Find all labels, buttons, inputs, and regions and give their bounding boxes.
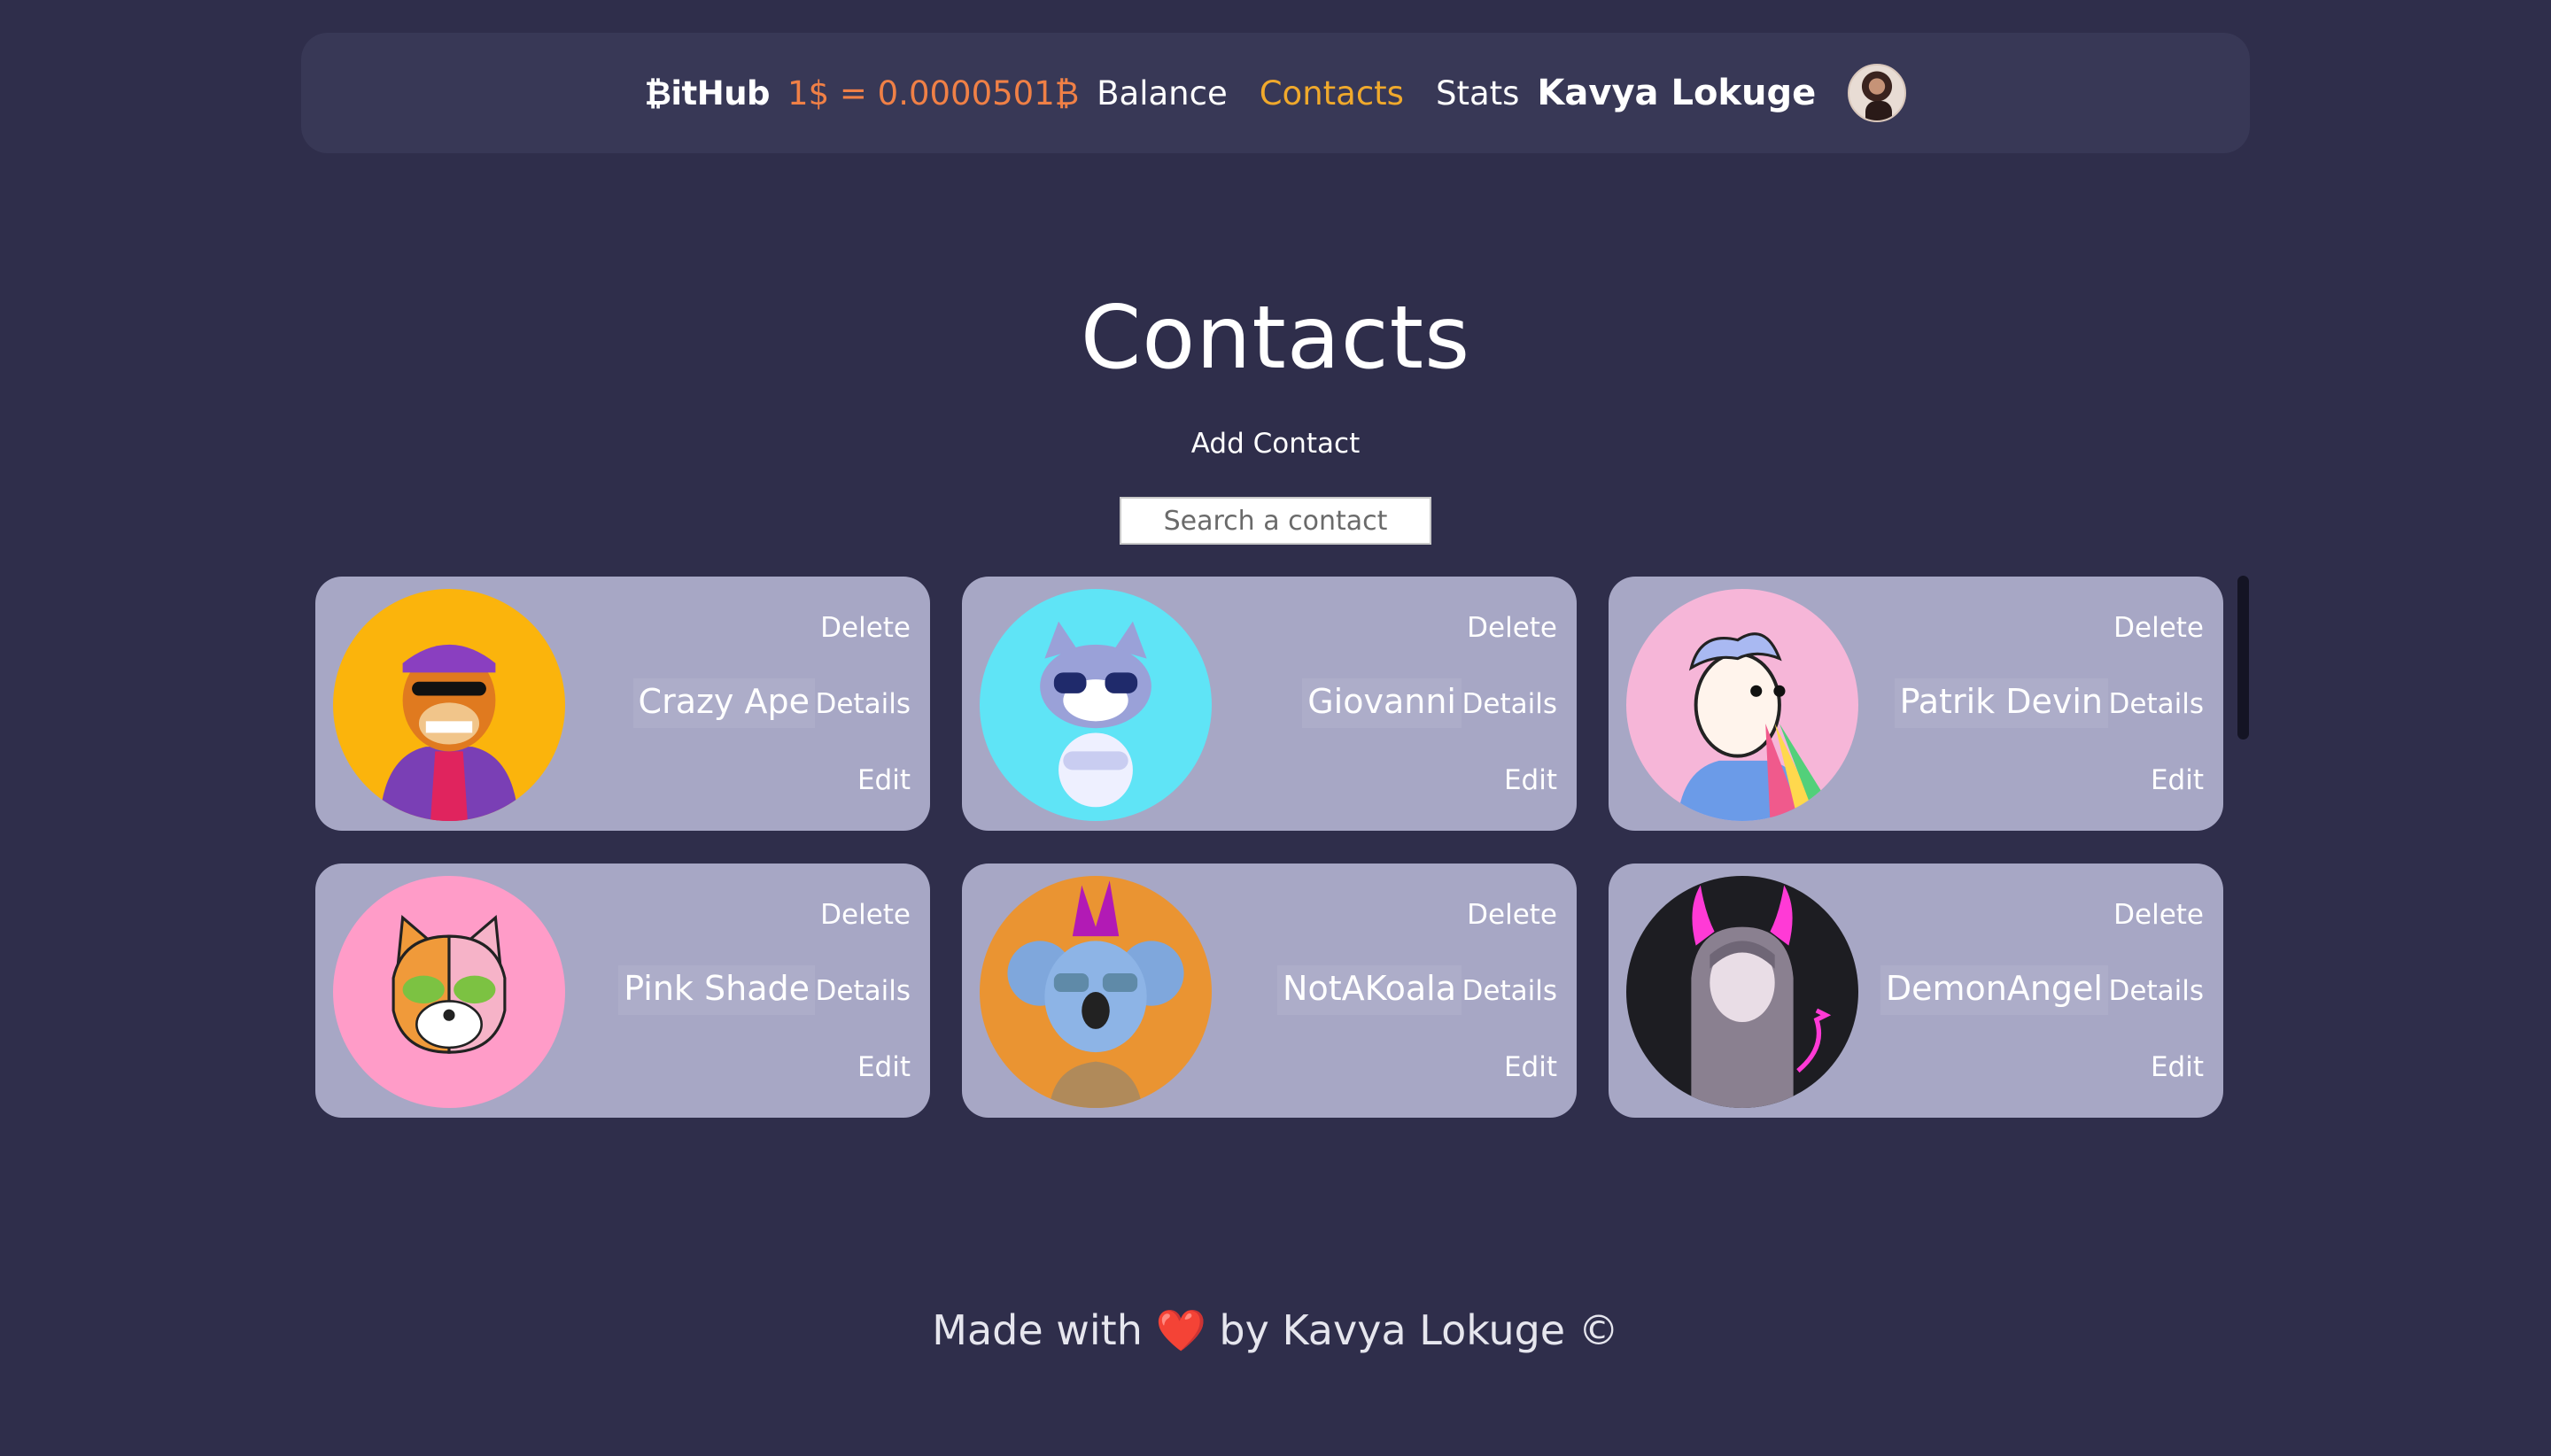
edit-button[interactable]: Edit — [857, 764, 911, 796]
page-title: Contacts — [1080, 288, 1471, 389]
user-name: Kavya Lokuge — [1537, 73, 1817, 113]
navbar: ₿itHub 1$ = 0.0000501₿ Balance Contacts … — [301, 33, 2250, 153]
delete-button[interactable]: Delete — [2113, 612, 2204, 644]
koala-avatar-icon — [980, 876, 1212, 1108]
details-button[interactable]: Details — [816, 975, 911, 1007]
details-button[interactable]: Details — [2109, 975, 2204, 1007]
demon-girl-avatar-icon — [1626, 876, 1858, 1108]
contact-name: Crazy Ape — [632, 678, 815, 728]
footer-prefix: Made with — [932, 1306, 1143, 1354]
contact-avatar — [1626, 589, 1858, 821]
navbar-content: ₿itHub 1$ = 0.0000501₿ Balance Contacts … — [645, 64, 1907, 122]
footer: Made with ❤️ by Kavya Lokuge © — [0, 1306, 2551, 1355]
contact-name: NotAKoala — [1277, 965, 1462, 1015]
delete-button[interactable]: Delete — [820, 899, 911, 931]
delete-button[interactable]: Delete — [1467, 612, 1557, 644]
ape-avatar-icon — [333, 589, 565, 821]
add-contact-link[interactable]: Add Contact — [0, 428, 2551, 460]
delete-button[interactable]: Delete — [1467, 899, 1557, 931]
cat-avatar-icon — [980, 589, 1212, 821]
delete-button[interactable]: Delete — [2113, 899, 2204, 931]
contact-card[interactable]: Patrik Devin Delete Details Edit — [1609, 577, 2223, 831]
rainbow-boy-avatar-icon — [1626, 589, 1858, 821]
contact-avatar — [333, 876, 565, 1108]
search-input[interactable] — [1120, 497, 1431, 545]
user-avatar[interactable] — [1848, 64, 1907, 122]
contact-card[interactable]: Crazy Ape Delete Details Edit — [315, 577, 930, 831]
contact-card[interactable]: Giovanni Delete Details Edit — [962, 577, 1577, 831]
footer-credit: by Kavya Lokuge © — [1219, 1306, 1619, 1354]
delete-button[interactable]: Delete — [820, 612, 911, 644]
app-logo[interactable]: ₿itHub — [645, 74, 771, 112]
details-button[interactable]: Details — [1462, 975, 1557, 1007]
heart-icon: ❤️ — [1155, 1306, 1206, 1354]
contact-card[interactable]: Pink Shade Delete Details Edit — [315, 864, 930, 1118]
contact-avatar — [1626, 876, 1858, 1108]
exchange-rate: 1$ = 0.0000501₿ — [787, 74, 1080, 112]
edit-button[interactable]: Edit — [1504, 764, 1557, 796]
contact-card[interactable]: NotAKoala Delete Details Edit — [962, 864, 1577, 1118]
contact-avatar — [980, 876, 1212, 1108]
contact-name: Patrik Devin — [1894, 678, 2108, 728]
nav-stats[interactable]: Stats — [1436, 74, 1519, 112]
edit-button[interactable]: Edit — [1504, 1051, 1557, 1083]
scrollbar-thumb[interactable] — [2237, 576, 2249, 740]
contact-grid: Crazy Ape Delete Details Edit Giovanni D… — [315, 577, 2224, 1118]
contact-avatar — [333, 589, 565, 821]
contact-name: Giovanni — [1302, 678, 1462, 728]
details-button[interactable]: Details — [1462, 688, 1557, 720]
shiba-avatar-icon — [333, 876, 565, 1108]
contact-avatar — [980, 589, 1212, 821]
contact-name: DemonAngel — [1880, 965, 2108, 1015]
edit-button[interactable]: Edit — [2151, 764, 2204, 796]
details-button[interactable]: Details — [816, 688, 911, 720]
nav-balance[interactable]: Balance — [1097, 74, 1228, 112]
nav-contacts[interactable]: Contacts — [1260, 74, 1404, 112]
edit-button[interactable]: Edit — [857, 1051, 911, 1083]
edit-button[interactable]: Edit — [2151, 1051, 2204, 1083]
details-button[interactable]: Details — [2109, 688, 2204, 720]
contact-name: Pink Shade — [618, 965, 815, 1015]
contact-card[interactable]: DemonAngel Delete Details Edit — [1609, 864, 2223, 1118]
page: ₿itHub 1$ = 0.0000501₿ Balance Contacts … — [0, 0, 2551, 1456]
